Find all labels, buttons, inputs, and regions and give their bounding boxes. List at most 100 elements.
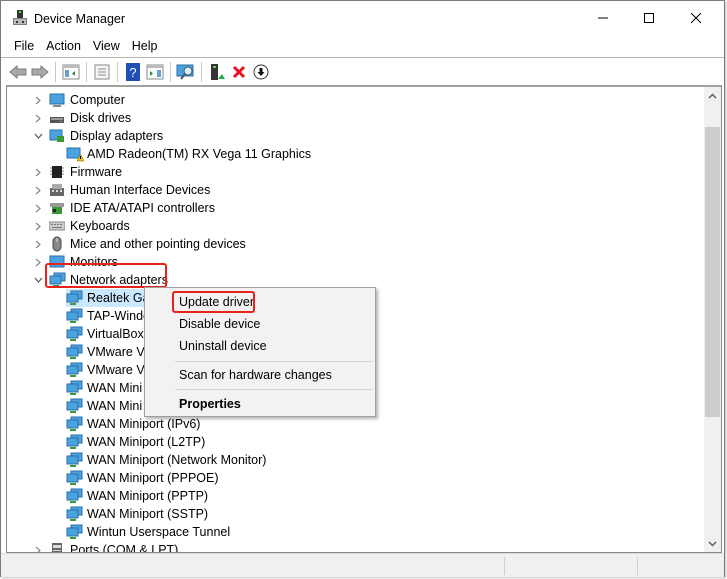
context-menu-properties[interactable]: Properties <box>179 394 241 414</box>
expand-chevron-icon[interactable] <box>33 239 43 249</box>
toolbar-separator <box>201 61 202 82</box>
show-action-pane-button[interactable] <box>144 61 166 83</box>
tree-device-item[interactable]: WAN Miniport (Network Monitor) <box>66 451 266 469</box>
expand-chevron-icon[interactable] <box>33 257 43 267</box>
tree-category-display-adapters[interactable]: Display adapters <box>33 127 163 145</box>
expand-chevron-icon[interactable] <box>33 221 43 231</box>
minimize-button[interactable] <box>580 1 626 35</box>
tree-category-ports-com-lpt-[interactable]: Ports (COM & LPT) <box>33 541 179 553</box>
tree-device-item[interactable]: WAN Mini <box>66 379 142 397</box>
forward-arrow-icon <box>31 64 49 79</box>
back-arrow-icon <box>9 64 27 79</box>
show-hide-console-tree-icon <box>62 64 80 79</box>
tree-device-item[interactable]: WAN Miniport (SSTP) <box>66 505 208 523</box>
tree-device-item[interactable]: TAP-Windo <box>66 307 150 325</box>
network-icon <box>66 506 83 522</box>
collapse-chevron-icon[interactable] <box>33 275 43 285</box>
show-hide-console-tree-button[interactable] <box>60 61 82 83</box>
scan-hardware-button[interactable] <box>175 61 197 83</box>
collapse-chevron-icon[interactable] <box>33 131 43 141</box>
maximize-button[interactable] <box>626 1 672 35</box>
menu-file[interactable]: File <box>8 39 40 53</box>
context-menu-update-driver[interactable]: Update driver <box>179 292 254 312</box>
network-icon <box>66 398 83 414</box>
tree-device-item[interactable]: WAN Miniport (PPPOE) <box>66 469 219 487</box>
tree-device-item[interactable]: WAN Miniport (IPv6) <box>66 415 200 433</box>
expand-chevron-icon[interactable] <box>33 113 43 123</box>
tree-category-computer[interactable]: Computer <box>33 91 125 109</box>
help-button[interactable]: ? <box>122 61 144 83</box>
tree-device-item[interactable]: WAN Miniport (PPTP) <box>66 487 208 505</box>
tree-category-label: Computer <box>70 93 125 107</box>
context-menu-disable-device[interactable]: Disable device <box>179 314 260 334</box>
tree-device-item[interactable]: VMware Vi <box>66 361 147 379</box>
network-icon <box>66 326 83 342</box>
menu-action[interactable]: Action <box>40 39 87 53</box>
status-divider <box>504 557 505 575</box>
context-menu: Update driver Disable device Uninstall dev… <box>144 287 376 417</box>
tree-category-monitors[interactable]: Monitors <box>33 253 118 271</box>
monitor-icon <box>49 254 65 270</box>
expand-chevron-icon[interactable] <box>33 203 43 213</box>
scroll-down-button[interactable] <box>704 535 721 552</box>
tree-device-item[interactable]: WAN Mini <box>66 397 142 415</box>
uninstall-device-button[interactable] <box>228 61 250 83</box>
scrollbar-thumb[interactable] <box>705 127 720 417</box>
tree-category-label: Disk drives <box>70 111 132 125</box>
context-menu-uninstall-device[interactable]: Uninstall device <box>179 336 267 356</box>
network-icon <box>66 290 83 306</box>
chip-icon <box>49 164 65 180</box>
tree-device-label: WAN Miniport (SSTP) <box>87 507 209 521</box>
device-manager-app-icon <box>12 9 28 27</box>
context-menu-separator <box>175 389 373 390</box>
properties-sheet-icon <box>94 64 110 79</box>
tree-device-item[interactable]: WAN Miniport (L2TP) <box>66 433 205 451</box>
tree-device-label: WAN Miniport (PPTP) <box>87 489 209 503</box>
tree-category-keyboards[interactable]: Keyboards <box>33 217 130 235</box>
tree-device-item[interactable]: VMware Vi <box>66 343 147 361</box>
tree-device-label: Realtek Ga <box>87 291 150 305</box>
network-icon <box>66 380 83 396</box>
vertical-scrollbar[interactable] <box>704 87 721 552</box>
toolbar-separator <box>170 61 171 82</box>
svg-text:?: ? <box>129 65 136 80</box>
tree-category-label: Firmware <box>70 165 123 179</box>
tree-device-item[interactable]: Wintun Userspace Tunnel <box>66 523 230 541</box>
close-button[interactable] <box>673 1 719 35</box>
tree-category-label: Ports (COM & LPT) <box>70 543 179 553</box>
expand-chevron-icon[interactable] <box>33 167 43 177</box>
scroll-up-button[interactable] <box>704 87 721 104</box>
tree-device-label: AMD Radeon(TM) RX Vega 11 Graphics <box>87 147 312 161</box>
tree-category-disk-drives[interactable]: Disk drives <box>33 109 131 127</box>
download-driver-button[interactable] <box>250 61 272 83</box>
forward-button[interactable] <box>29 61 51 83</box>
minimize-icon <box>598 17 608 19</box>
network-icon <box>66 344 83 360</box>
show-action-pane-icon <box>146 64 164 79</box>
back-button[interactable] <box>7 61 29 83</box>
toolbar-separator <box>117 61 118 82</box>
tree-category-label: IDE ATA/ATAPI controllers <box>70 201 215 215</box>
context-menu-scan-for-hardware-changes[interactable]: Scan for hardware changes <box>179 365 332 385</box>
properties-button[interactable] <box>91 61 113 83</box>
tree-device-item[interactable]: VirtualBox <box>66 325 144 343</box>
tree-category-firmware[interactable]: Firmware <box>33 163 122 181</box>
expand-chevron-icon[interactable] <box>33 185 43 195</box>
chevron-up-icon <box>708 92 717 99</box>
expand-chevron-icon[interactable] <box>33 545 43 552</box>
tree-device-label: TAP-Windo <box>87 309 150 323</box>
context-menu-separator <box>175 361 373 362</box>
update-driver-button[interactable] <box>206 61 228 83</box>
window-title: Device Manager <box>34 12 126 26</box>
tree-category-ide-ata-atapi-controllers[interactable]: IDE ATA/ATAPI controllers <box>33 199 215 217</box>
tree-device-label: WAN Miniport (Network Monitor) <box>87 453 267 467</box>
tree-category-mice-and-other-pointing-devices[interactable]: Mice and other pointing devices <box>33 235 246 253</box>
tree-device-item[interactable]: AMD Radeon(TM) RX Vega 11 Graphics <box>66 145 311 163</box>
expand-chevron-icon[interactable] <box>33 95 43 105</box>
toolbar: ? <box>1 57 724 85</box>
uninstall-device-icon <box>232 65 246 78</box>
menu-view[interactable]: View <box>87 39 126 53</box>
tree-category-human-interface-devices[interactable]: Human Interface Devices <box>33 181 210 199</box>
tree-device-label: WAN Miniport (L2TP) <box>87 435 206 449</box>
menu-help[interactable]: Help <box>126 39 164 53</box>
